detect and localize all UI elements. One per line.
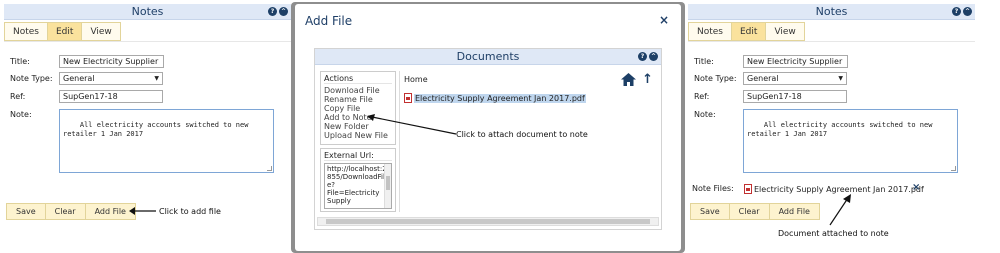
notes-panel-header: Notes ? ^ xyxy=(4,4,291,20)
collapse-icon[interactable]: ^ xyxy=(963,7,972,16)
external-url-box: External Url: http://localhost:2 855/Dow… xyxy=(320,148,396,212)
note-type-label: Note Type: xyxy=(10,74,53,83)
help-icon[interactable]: ? xyxy=(952,7,961,16)
note-type-label: Note Type: xyxy=(694,74,737,83)
tab-edit[interactable]: Edit xyxy=(732,22,767,41)
external-url-text: http://localhost:2 855/DownloadFil e? Fi… xyxy=(327,165,387,205)
tab-view[interactable]: View xyxy=(766,22,805,41)
breadcrumb[interactable]: Home xyxy=(404,75,428,84)
tab-view[interactable]: View xyxy=(82,22,121,41)
save-button[interactable]: Save xyxy=(690,203,730,220)
tab-notes[interactable]: Notes xyxy=(4,22,48,41)
arrow-left-icon xyxy=(129,207,156,215)
tab-bar: Notes Edit View xyxy=(4,22,121,41)
modal-title: Add File xyxy=(305,14,353,28)
tab-divider xyxy=(4,41,291,42)
external-url-textarea[interactable]: http://localhost:2 855/DownloadFil e? Fi… xyxy=(324,163,392,209)
clear-button[interactable]: Clear xyxy=(729,203,770,220)
pdf-icon xyxy=(744,184,752,194)
panel-title: Notes xyxy=(815,5,848,18)
collapse-icon[interactable]: ^ xyxy=(279,7,288,16)
clear-button[interactable]: Clear xyxy=(45,203,86,220)
chevron-down-icon: ▼ xyxy=(154,75,159,82)
ref-input[interactable]: SupGen17-18 xyxy=(743,90,847,103)
action-copy-file[interactable]: Copy File xyxy=(324,104,392,113)
ref-input[interactable]: SupGen17-18 xyxy=(59,90,163,103)
title-label: Title: xyxy=(10,57,30,66)
help-icon[interactable]: ? xyxy=(268,7,277,16)
note-label: Note: xyxy=(10,110,32,119)
actions-header: Actions xyxy=(324,74,392,84)
help-icon[interactable]: ? xyxy=(638,52,647,61)
save-button[interactable]: Save xyxy=(6,203,46,220)
external-url-header: External Url: xyxy=(324,151,392,161)
ref-label: Ref: xyxy=(694,92,710,101)
documents-header: Documents ? ^ xyxy=(315,49,661,65)
scroll-thumb[interactable] xyxy=(326,219,650,224)
chevron-down-icon: ▼ xyxy=(838,75,843,82)
add-file-button[interactable]: Add File xyxy=(769,203,820,220)
ref-label: Ref: xyxy=(10,92,26,101)
button-row: Save Clear Add File xyxy=(6,203,136,220)
note-type-value: General xyxy=(63,74,95,83)
pdf-icon xyxy=(404,93,412,103)
arrow-up-icon[interactable]: ↑ xyxy=(642,72,653,87)
note-text: All electricity accounts switched to new… xyxy=(63,121,249,138)
url-scrollbar[interactable] xyxy=(384,164,391,208)
tab-divider xyxy=(688,41,975,42)
collapse-icon[interactable]: ^ xyxy=(649,52,658,61)
remove-file-icon[interactable]: × xyxy=(912,182,920,193)
horizontal-scrollbar[interactable] xyxy=(317,217,659,226)
add-file-modal: Add File × Documents ? ^ Actions Downloa… xyxy=(295,4,681,251)
file-browser: Home ↑ Electricity Supply Agreement Jan … xyxy=(399,71,658,212)
close-icon[interactable]: × xyxy=(659,13,669,27)
file-name: Electricity Supply Agreement Jan 2017.pd… xyxy=(414,94,586,103)
panel-title: Notes xyxy=(131,5,164,18)
documents-title: Documents xyxy=(456,50,520,63)
note-type-value: General xyxy=(747,74,779,83)
attach-annotation: Click to attach document to note xyxy=(456,130,588,139)
resize-grip-icon[interactable] xyxy=(267,166,272,171)
notes-panel-header: Notes ? ^ xyxy=(688,4,975,20)
add-file-annotation: Click to add file xyxy=(159,207,221,216)
title-input[interactable]: New Electricity Supplier xyxy=(59,55,164,68)
button-row: Save Clear Add File xyxy=(690,203,820,220)
home-icon[interactable] xyxy=(621,73,636,86)
tab-edit[interactable]: Edit xyxy=(48,22,83,41)
title-label: Title: xyxy=(694,57,714,66)
resize-grip-icon[interactable] xyxy=(951,166,956,171)
file-row[interactable]: Electricity Supply Agreement Jan 2017.pd… xyxy=(404,93,586,103)
note-label: Note: xyxy=(694,110,716,119)
note-files-label: Note Files: xyxy=(692,184,734,193)
arrow-pointer-icon xyxy=(367,114,457,135)
documents-panel: Documents ? ^ Actions Download File Rena… xyxy=(314,48,662,230)
note-type-select[interactable]: General ▼ xyxy=(743,72,847,85)
action-rename-file[interactable]: Rename File xyxy=(324,95,392,104)
title-input[interactable]: New Electricity Supplier xyxy=(743,55,848,68)
tab-notes[interactable]: Notes xyxy=(688,22,732,41)
note-text: All electricity accounts switched to new… xyxy=(747,121,933,138)
note-textarea[interactable]: All electricity accounts switched to new… xyxy=(743,109,958,173)
attached-annotation: Document attached to note xyxy=(778,229,889,238)
note-textarea[interactable]: All electricity accounts switched to new… xyxy=(59,109,274,173)
note-type-select[interactable]: General ▼ xyxy=(59,72,163,85)
arrow-up-pointer-icon xyxy=(829,194,851,226)
tab-bar: Notes Edit View xyxy=(688,22,805,41)
action-download-file[interactable]: Download File xyxy=(324,86,392,95)
